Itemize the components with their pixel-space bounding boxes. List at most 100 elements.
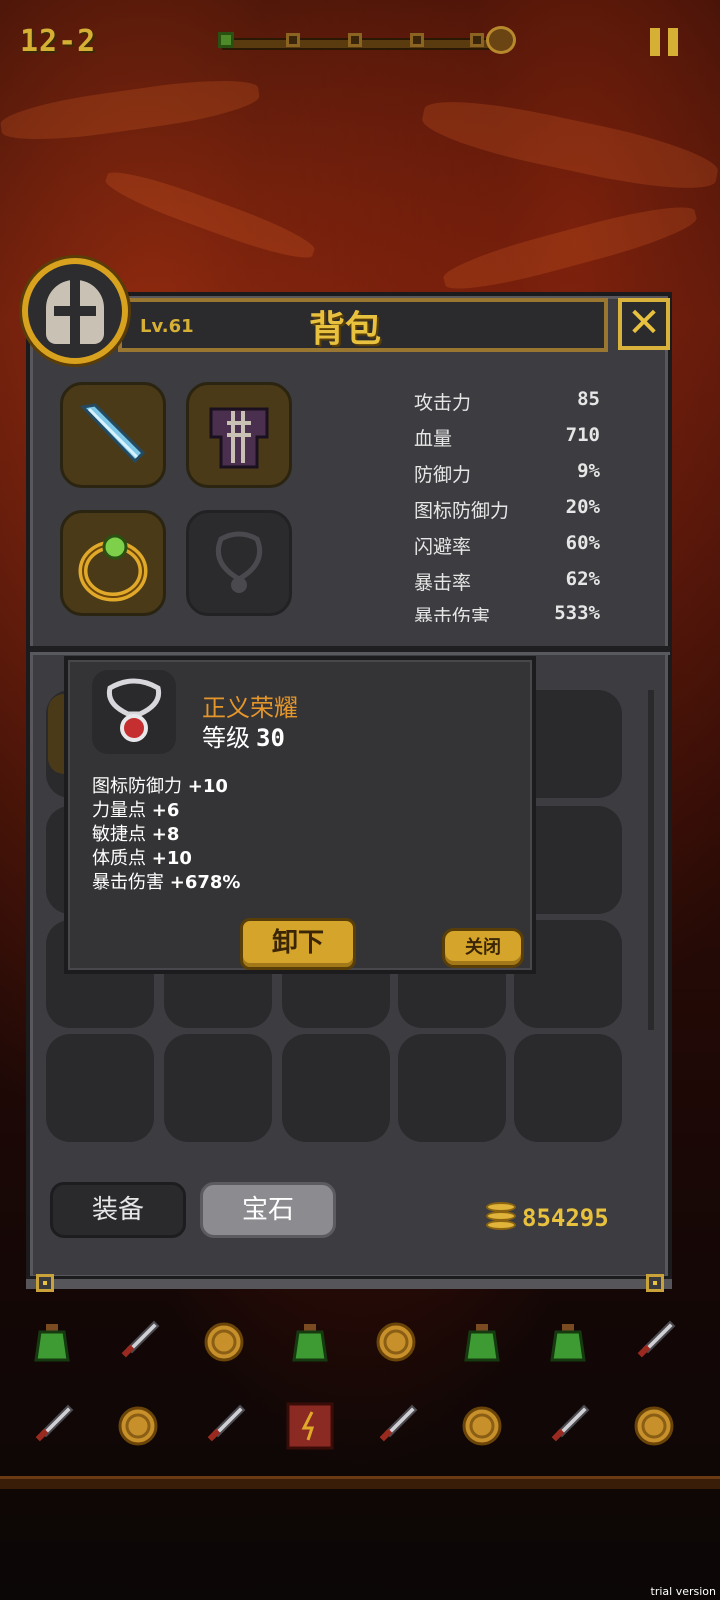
- spellbook-icon[interactable]: [280, 1396, 340, 1456]
- coin-icon[interactable]: [194, 1312, 254, 1372]
- inventory-slot[interactable]: [46, 1034, 154, 1142]
- inventory-slot[interactable]: [398, 1034, 506, 1142]
- stat-value: 9%: [577, 460, 600, 482]
- item-level-value: 30: [256, 724, 285, 752]
- progress-node: [286, 33, 300, 47]
- coin-icon[interactable]: [624, 1396, 684, 1456]
- close-tooltip-button[interactable]: 关闭: [442, 928, 524, 968]
- item-level-label: 等级: [202, 724, 250, 752]
- stat-row: 攻击力 85: [414, 388, 604, 420]
- dagger-icon[interactable]: [22, 1396, 82, 1456]
- attr-name: 图标防御力: [92, 776, 182, 797]
- pause-bar: [668, 28, 678, 56]
- armor-slot[interactable]: [186, 382, 292, 488]
- panel-bottom-trim: [26, 1276, 672, 1289]
- attr-value: +678%: [169, 872, 241, 893]
- attr-name: 暴击伤害: [92, 872, 164, 893]
- lava-vein: [439, 196, 701, 300]
- coin-icon[interactable]: [108, 1396, 168, 1456]
- potion-icon[interactable]: [538, 1312, 598, 1372]
- dagger-icon[interactable]: [624, 1312, 684, 1372]
- stat-value: 533%: [554, 602, 600, 622]
- panel-corner-rivet: [36, 1274, 54, 1292]
- dagger-icon[interactable]: [108, 1312, 168, 1372]
- stat-row: 血量 710: [414, 424, 604, 456]
- progress-node: [470, 33, 484, 47]
- stat-value: 85: [577, 388, 600, 410]
- progress-node: [348, 33, 362, 47]
- panel-corner-rivet: [646, 1274, 664, 1292]
- item-attribute: 图标防御力 +10: [92, 772, 228, 798]
- item-attribute: 体质点 +10: [92, 844, 192, 870]
- item-attribute: 敏捷点 +8: [92, 820, 179, 846]
- potion-icon[interactable]: [22, 1312, 82, 1372]
- panel-divider: [30, 646, 670, 652]
- stat-row: 防御力 9%: [414, 460, 604, 492]
- dagger-icon[interactable]: [194, 1396, 254, 1456]
- gold-amount: 854295: [522, 1204, 609, 1232]
- weapon-slot[interactable]: [60, 382, 166, 488]
- lava-vein: [0, 72, 262, 148]
- ring-icon: [63, 513, 163, 613]
- pause-button[interactable]: [650, 28, 680, 58]
- progress-start-marker: [218, 32, 234, 48]
- tab-gems[interactable]: 宝石: [200, 1182, 336, 1238]
- lava-vein: [418, 89, 720, 201]
- inventory-slot[interactable]: [282, 1034, 390, 1142]
- inventory-slot[interactable]: [514, 1034, 622, 1142]
- attr-name: 敏捷点: [92, 824, 146, 845]
- stat-row: 暴击率 62%: [414, 568, 604, 600]
- close-panel-button[interactable]: ✕: [618, 298, 670, 350]
- stat-name: 血量: [414, 428, 453, 450]
- attr-name: 力量点: [92, 800, 146, 821]
- lava-vein: [101, 163, 319, 267]
- attr-name: 体质点: [92, 848, 146, 869]
- watermark: trial version: [650, 1585, 716, 1598]
- dagger-icon[interactable]: [538, 1396, 598, 1456]
- coin-icon[interactable]: [452, 1396, 512, 1456]
- item-level: 等级 30: [202, 718, 285, 753]
- stat-name: 暴击伤害: [414, 606, 491, 622]
- necklace-slot-icon: [189, 513, 289, 613]
- pause-bar: [650, 28, 660, 56]
- item-attribute: 暴击伤害 +678%: [92, 868, 240, 894]
- stat-row: 暴击伤害 533%: [414, 602, 604, 622]
- necklace-icon: [92, 670, 176, 754]
- stat-name: 攻击力: [414, 392, 472, 414]
- inventory-slot[interactable]: [164, 1034, 272, 1142]
- attr-value: +10: [187, 776, 228, 797]
- unequip-button[interactable]: 卸下: [240, 918, 356, 970]
- potion-icon[interactable]: [452, 1312, 512, 1372]
- player-level: Lv.61: [140, 316, 194, 337]
- stat-name: 暴击率: [414, 572, 472, 594]
- panel-title: 背包: [308, 309, 381, 350]
- avatar[interactable]: [22, 258, 128, 364]
- armor-icon: [189, 385, 289, 485]
- stat-name: 图标防御力: [414, 500, 510, 522]
- stat-value: 60%: [565, 532, 600, 554]
- coin-icon[interactable]: [366, 1312, 426, 1372]
- stat-row: 图标防御力 20%: [414, 496, 604, 528]
- potion-icon[interactable]: [280, 1312, 340, 1372]
- ring-slot[interactable]: [60, 510, 166, 616]
- bottom-trim: [0, 1476, 720, 1489]
- stat-value: 710: [565, 424, 600, 446]
- dagger-icon[interactable]: [366, 1396, 426, 1456]
- item-attribute: 力量点 +6: [92, 796, 179, 822]
- grid-scrollbar[interactable]: [648, 690, 654, 1030]
- gold-coin-icon: [486, 1202, 516, 1230]
- tab-equipment[interactable]: 装备: [50, 1182, 186, 1238]
- stat-name: 防御力: [414, 464, 472, 486]
- stage-progress-track: [218, 26, 516, 54]
- attr-value: +6: [151, 800, 180, 821]
- necklace-slot[interactable]: [186, 510, 292, 616]
- stage-label: 12-2: [20, 24, 97, 59]
- stat-value: 62%: [565, 568, 600, 590]
- stat-name: 闪避率: [414, 536, 472, 558]
- stat-value: 20%: [565, 496, 600, 518]
- ice-dagger-icon: [63, 385, 163, 485]
- attr-value: +10: [151, 848, 192, 869]
- stat-row: 闪避率 60%: [414, 532, 604, 564]
- boss-marker-icon: [486, 26, 516, 54]
- attr-value: +8: [151, 824, 180, 845]
